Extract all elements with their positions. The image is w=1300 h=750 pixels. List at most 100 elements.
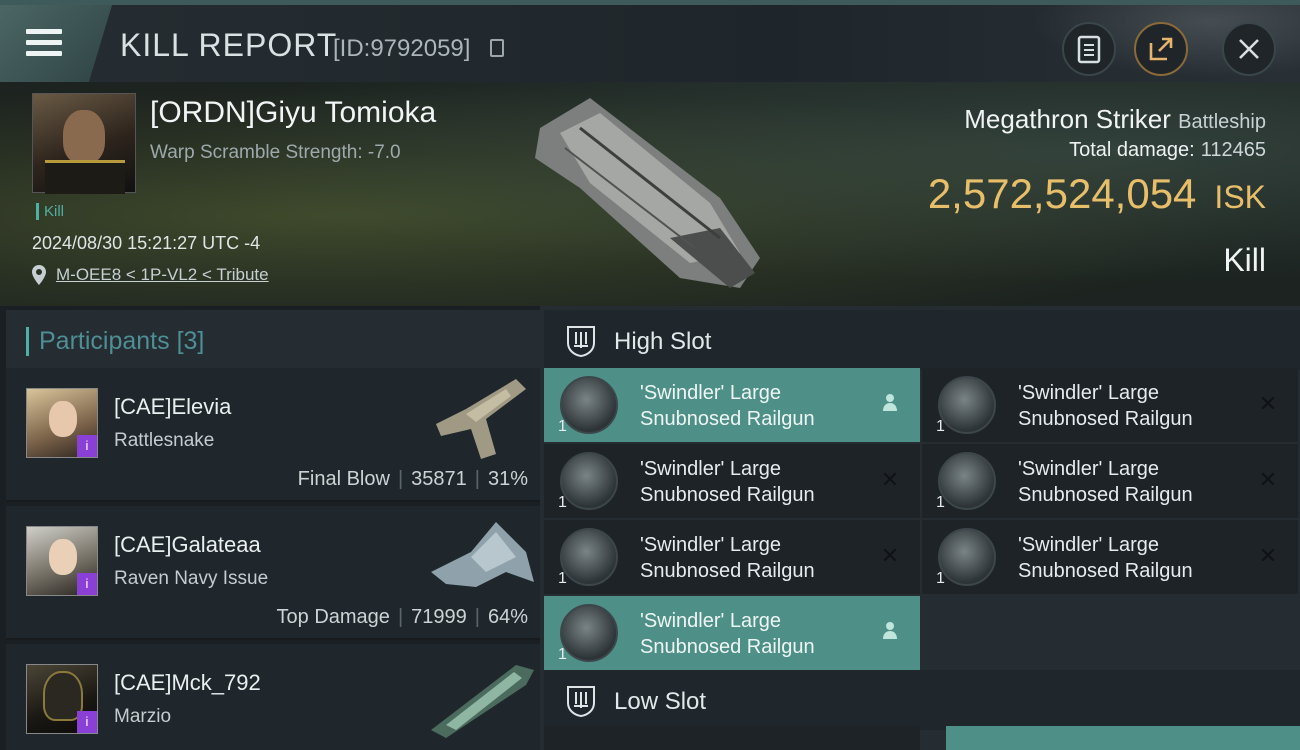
high-slot-icon [567,326,595,358]
participant-avatar[interactable]: i [26,664,98,734]
high-slot-module[interactable]: 1 'Swindler' Large Snubnosed Railgun ✕ [922,444,1298,518]
participant-stats: Top Damage | 71999 | 64% [276,606,528,628]
victim-ship-image [535,98,760,288]
module-name: 'Swindler' Large Snubnosed Railgun [640,610,815,658]
victim-name[interactable]: [ORDN]Giyu Tomioka [150,96,436,130]
kill-tag: Kill [36,203,64,220]
module-name: 'Swindler' Large Snubnosed Railgun [640,458,815,506]
participant-ship-image [431,522,534,587]
module-name: 'Swindler' Large Snubnosed Railgun [640,534,815,582]
warp-scramble-strength: Warp Scramble Strength: -7.0 [150,142,401,163]
railgun-icon [560,452,618,510]
participant-name: [CAE]Mck_792 [114,670,261,695]
railgun-icon [938,528,996,586]
low-slot-icon [567,686,595,718]
participants-count: [3] [176,327,205,355]
railgun-icon [560,376,618,434]
low-slot-module-partial[interactable] [544,726,920,750]
total-damage-value: 112465 [1200,139,1266,161]
clipboard-button[interactable] [1062,22,1116,76]
destroyed-x-icon: ✕ [1258,391,1278,416]
module-name: 'Swindler' Large Snubnosed Railgun [1018,534,1193,582]
module-quantity: 1 [558,646,567,663]
participant-ship: Marzio [114,706,172,727]
railgun-icon [560,604,618,662]
kill-status: Kill [1223,242,1266,278]
hamburger-menu-icon[interactable] [26,29,62,57]
dropped-person-icon [878,392,902,416]
page-title: KILL REPORT [120,27,338,63]
module-quantity: 1 [936,494,945,511]
low-slot-header: Low Slot [544,670,1300,730]
participant-row[interactable]: i [CAE]Mck_792 Marzio [6,644,540,750]
destroyed-x-icon: ✕ [1258,543,1278,568]
module-quantity: 1 [936,418,945,435]
railgun-icon [938,376,996,434]
participants-panel: Participants [3] i [CAE]Elevia Rattlesna… [0,306,540,750]
clipboard-icon [1077,35,1101,64]
participant-role: Top Damage [276,606,390,628]
top-bar: KILL REPORT [ID:9792059] [0,0,1300,87]
share-button[interactable] [1134,22,1188,76]
module-name: 'Swindler' Large Snubnosed Railgun [640,382,815,430]
module-name: 'Swindler' Large Snubnosed Railgun [1018,458,1193,506]
module-quantity: 1 [558,418,567,435]
participant-role: Final Blow [297,468,390,490]
kill-timestamp: 2024/08/30 15:21:27 UTC -4 [32,233,261,253]
participant-name: [CAE]Galateaa [114,532,261,557]
fitting-panel: High Slot 1 'Swindler' Large Snubnosed Ra… [540,306,1300,750]
destroyed-x-icon: ✕ [1258,467,1278,492]
high-slot-module[interactable]: 1 'Swindler' Large Snubnosed Railgun ✕ [544,444,920,518]
participant-ship: Rattlesnake [114,430,215,451]
high-slot-module[interactable]: 1 'Swindler' Large Snubnosed Railgun [544,596,920,670]
participant-damage: 71999 [411,606,467,628]
module-quantity: 1 [936,570,945,587]
participant-percent: 64% [487,606,528,628]
railgun-icon [938,452,996,510]
module-quantity: 1 [558,494,567,511]
kill-location[interactable]: M-OEE8 < 1P-VL2 < Tribute [32,265,269,285]
participant-ship-image [436,379,526,459]
participant-percent: 31% [487,468,528,490]
isk-unit: ISK [1214,179,1266,215]
total-damage: Total damage: 112465 [1069,139,1266,161]
close-button[interactable] [1222,22,1276,76]
ship-class: Battleship [1178,111,1266,133]
report-id: [ID:9792059] [333,35,471,62]
victim-banner: [ORDN]Giyu Tomioka Warp Scramble Strengt… [0,82,1300,306]
destroyed-x-icon: ✕ [880,543,900,568]
participant-badge: i [77,711,97,733]
close-icon [1239,39,1259,59]
participant-ship: Raven Navy Issue [114,568,269,589]
module-quantity: 1 [558,570,567,587]
high-slot-module[interactable]: 1 'Swindler' Large Snubnosed Railgun [544,368,920,442]
participant-damage: 35871 [411,468,467,490]
participant-ship-image [431,665,534,738]
low-slot-label: Low Slot [614,688,707,715]
participants-header: Participants [3] [6,310,540,370]
isk-value: 2,572,524,054 ISK [927,170,1266,217]
high-slot-label: High Slot [614,328,712,355]
dropped-person-icon [878,620,902,644]
railgun-icon [560,528,618,586]
high-slot-module[interactable]: 1 'Swindler' Large Snubnosed Railgun ✕ [922,368,1298,442]
high-slot-module[interactable]: 1 'Swindler' Large Snubnosed Railgun ✕ [922,520,1298,594]
high-slot-module[interactable]: 1 'Swindler' Large Snubnosed Railgun ✕ [544,520,920,594]
participant-row[interactable]: i [CAE]Galateaa Raven Navy Issue Top Dam… [6,506,540,640]
destroyed-x-icon: ✕ [880,467,900,492]
participant-badge: i [77,435,97,457]
victim-avatar[interactable] [32,93,136,194]
low-slot-module-partial[interactable] [946,726,1300,750]
participant-name: [CAE]Elevia [114,394,232,419]
participant-badge: i [77,573,97,595]
high-slot-header: High Slot [544,310,1300,370]
victim-ship-name[interactable]: Megathron Striker Battleship [964,104,1266,135]
participant-avatar[interactable]: i [26,526,98,596]
location-link[interactable]: M-OEE8 < 1P-VL2 < Tribute [56,265,269,285]
participants-label: Participants [39,327,170,355]
copy-icon[interactable] [490,39,504,57]
location-pin-icon [32,265,46,285]
module-name: 'Swindler' Large Snubnosed Railgun [1018,382,1193,430]
participant-row[interactable]: i [CAE]Elevia Rattlesnake Final Blow | 358… [6,368,540,502]
participant-avatar[interactable]: i [26,388,98,458]
